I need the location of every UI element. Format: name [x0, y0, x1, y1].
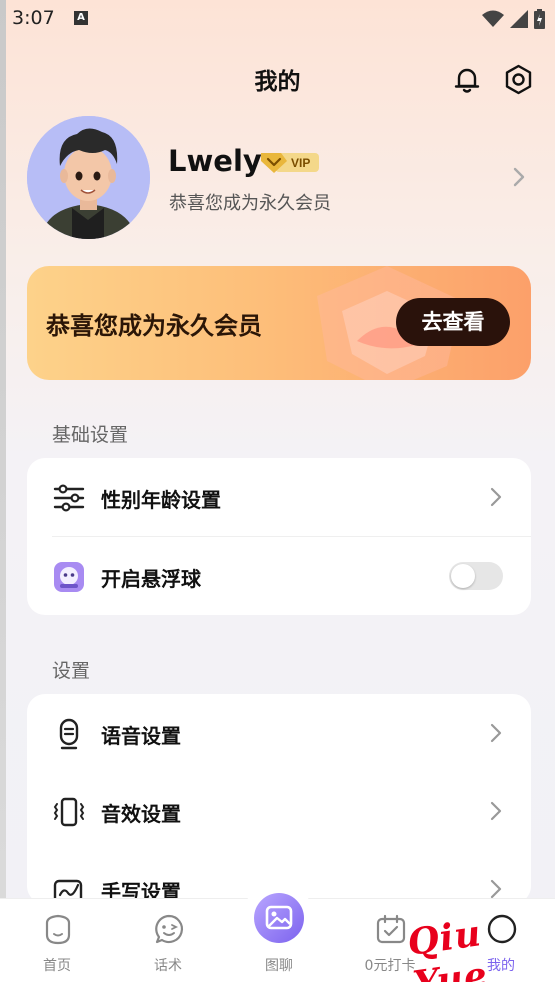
nav-label: 图聊	[265, 958, 293, 974]
sliders-icon	[53, 484, 85, 512]
chevron-right-icon	[490, 487, 502, 507]
status-bar: 3:07 A	[0, 0, 555, 40]
item-label: 音效设置	[101, 802, 181, 826]
avatar-illustration	[27, 116, 150, 239]
banner-text: 恭喜您成为永久会员	[46, 312, 262, 340]
chevron-right-icon	[490, 879, 502, 899]
left-edge-strip	[0, 0, 6, 982]
vip-badge: VIP	[261, 153, 319, 173]
section-label-settings: 设置	[52, 660, 91, 682]
floating-ball-toggle[interactable]	[449, 562, 503, 590]
image-icon	[265, 905, 293, 930]
vibration-icon	[53, 797, 85, 827]
nav-label: 话术	[154, 958, 182, 974]
status-icons	[482, 9, 545, 29]
home-icon	[45, 914, 71, 945]
list-item-gender-age[interactable]: 性别年龄设置	[27, 458, 531, 536]
bell-icon[interactable]	[451, 63, 483, 95]
battery-icon	[534, 9, 545, 29]
chevron-right-icon	[490, 723, 502, 743]
view-button[interactable]: 去查看	[396, 298, 510, 346]
chevron-right-icon	[490, 801, 502, 821]
list-item-voice[interactable]: 语音设置	[27, 694, 531, 772]
vip-label: VIP	[291, 156, 310, 170]
item-label: 性别年龄设置	[101, 488, 221, 512]
status-time: 3:07	[12, 7, 55, 29]
microphone-icon	[59, 718, 79, 750]
item-label: 开启悬浮球	[101, 567, 201, 591]
list-item-floating-ball: 开启悬浮球	[27, 537, 531, 615]
vip-banner[interactable]: 恭喜您成为永久会员 去查看	[27, 266, 531, 380]
item-label: 语音设置	[101, 724, 181, 748]
nav-home[interactable]: 首页	[17, 899, 97, 982]
toggle-knob	[451, 564, 475, 588]
profile-subtitle: 恭喜您成为永久会员	[169, 193, 331, 214]
nav-phrases[interactable]: 话术	[128, 899, 208, 982]
calendar-check-icon	[376, 914, 406, 944]
chevron-right-icon[interactable]	[512, 166, 526, 188]
list-item-sound-effect[interactable]: 音效设置	[27, 772, 531, 850]
section-label-basic: 基础设置	[52, 424, 129, 446]
chat-face-icon	[155, 914, 184, 944]
username: Lwely	[168, 144, 262, 178]
wifi-icon	[482, 10, 504, 27]
settings-card: 语音设置 音效设置 手写设置	[27, 694, 531, 905]
avatar[interactable]	[27, 116, 150, 239]
settings-icon[interactable]	[502, 63, 535, 96]
image-chat-button[interactable]	[254, 893, 304, 943]
floating-ball-icon	[54, 562, 84, 592]
notification-icon: A	[74, 11, 88, 25]
nav-label: 首页	[43, 958, 71, 974]
basic-settings-card: 性别年龄设置 开启悬浮球	[27, 458, 531, 615]
signal-icon	[510, 10, 528, 28]
